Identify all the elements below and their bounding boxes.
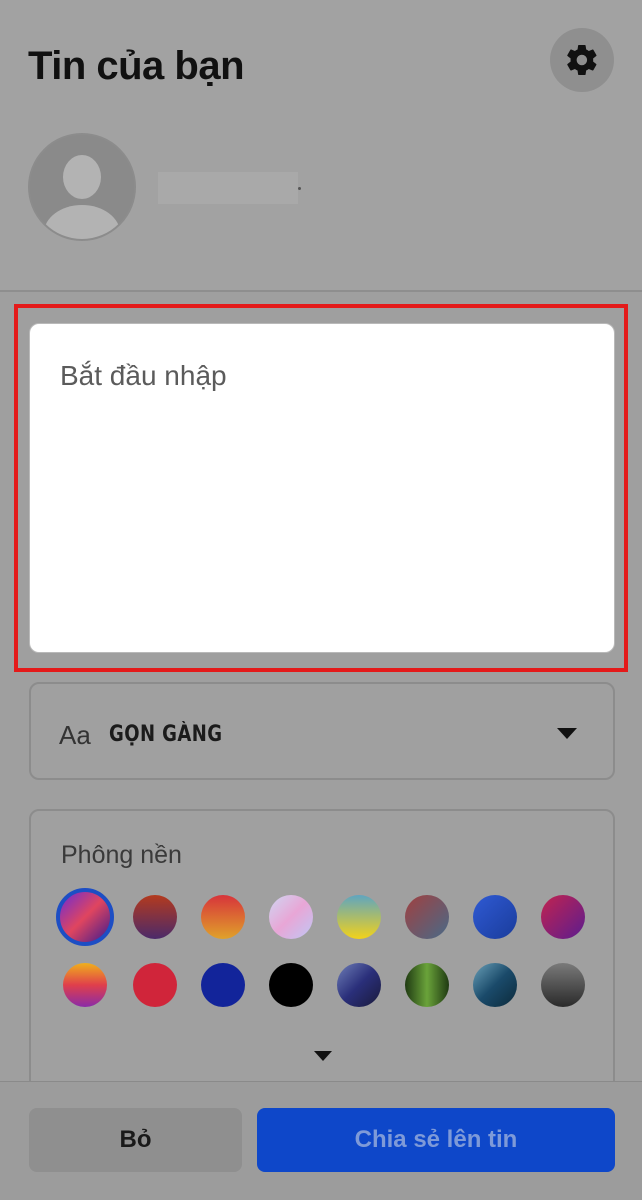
footer: Bỏ Chia sẻ lên tin <box>0 1081 642 1200</box>
header: Tin của bạn <box>0 0 642 292</box>
background-swatch[interactable] <box>269 895 313 939</box>
background-swatch[interactable] <box>337 895 381 939</box>
default-avatar-icon <box>30 135 134 239</box>
background-swatch[interactable] <box>56 888 114 946</box>
background-swatch[interactable] <box>541 895 585 939</box>
background-swatch[interactable] <box>269 963 313 1007</box>
share-to-story-button[interactable]: Chia sẻ lên tin <box>257 1108 615 1172</box>
background-swatch[interactable] <box>405 963 449 1007</box>
avatar[interactable] <box>28 133 136 241</box>
background-label: Phông nền <box>61 841 182 869</box>
background-swatch[interactable] <box>473 963 517 1007</box>
background-swatch[interactable] <box>405 895 449 939</box>
background-swatch[interactable] <box>337 963 381 1007</box>
expand-caret-icon[interactable] <box>314 1051 332 1061</box>
settings-button[interactable] <box>550 28 614 92</box>
story-text-input[interactable]: Bắt đầu nhập <box>29 323 615 653</box>
font-aa-icon: Aa <box>59 720 91 750</box>
background-panel: Phông nền <box>29 809 615 1109</box>
background-swatch[interactable] <box>201 963 245 1007</box>
page-title: Tin của bạn <box>28 44 245 88</box>
background-swatch[interactable] <box>201 895 245 939</box>
background-swatch[interactable] <box>133 895 177 939</box>
font-style-dropdown[interactable]: Aa GỌN GÀNG <box>29 682 615 780</box>
font-style-value: GỌN GÀNG <box>109 722 223 747</box>
background-swatch[interactable] <box>133 963 177 1007</box>
background-swatch[interactable] <box>541 963 585 1007</box>
cancel-button[interactable]: Bỏ <box>29 1108 242 1172</box>
background-swatch[interactable] <box>473 895 517 939</box>
username-redacted <box>158 172 298 204</box>
background-swatch[interactable] <box>63 963 107 1007</box>
gear-icon <box>567 44 597 75</box>
username-dot <box>298 187 301 190</box>
caret-down-icon <box>557 728 577 739</box>
